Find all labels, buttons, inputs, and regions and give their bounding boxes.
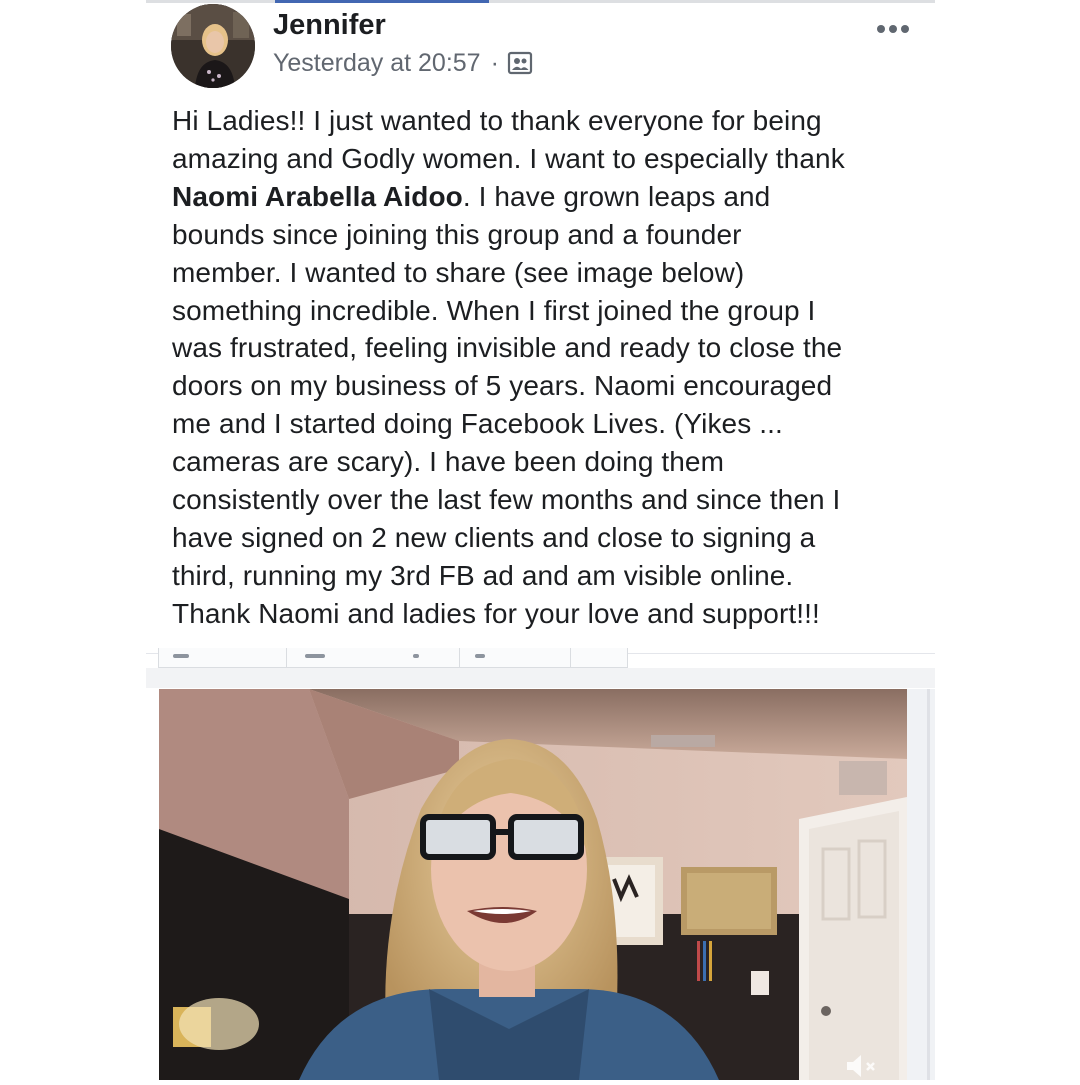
avatar[interactable] (171, 4, 255, 88)
section-gap (146, 668, 935, 688)
active-tab-indicator (275, 0, 489, 3)
video-player[interactable] (159, 689, 907, 1080)
post-text-fragment: . I have grown leaps and (462, 180, 771, 212)
post-text-line: third, running my 3rd FB ad and am visib… (172, 559, 794, 591)
post-text-line: Naomi Arabella Aidoo. I have grown leaps… (172, 178, 932, 216)
volume-muted-icon[interactable] (845, 1052, 879, 1080)
embedded-toolbar-fragment (158, 648, 628, 668)
post-text-line: doors on my business of 5 years. Naomi e… (172, 370, 833, 402)
post-text-line: was frustrated, feeling invisible and re… (172, 332, 843, 364)
post-text-line: something incredible. When I first joine… (172, 294, 816, 326)
post-text-line: bounds since joining this group and a fo… (172, 218, 742, 250)
post-text-line: member. I wanted to share (see image bel… (172, 256, 745, 288)
post-text-line: have signed on 2 new clients and close t… (172, 521, 816, 553)
post-text-line: Thank Naomi and ladies for your love and… (172, 597, 820, 629)
meta-separator: · (490, 48, 499, 77)
mention-link[interactable]: Naomi Arabella Aidoo (172, 181, 463, 212)
group-audience-icon[interactable] (507, 50, 533, 76)
post-body: Hi Ladies!! I just wanted to thank every… (172, 102, 932, 633)
post-meta: Yesterday at 20:57 · (273, 46, 533, 80)
video-side-gutter (907, 689, 935, 1080)
post-text-line: amazing and Godly women. I want to espec… (172, 142, 845, 174)
post-text-line: cameras are scary). I have been doing th… (172, 446, 725, 478)
author-name[interactable]: Jennifer (273, 8, 386, 42)
post-timestamp[interactable]: Yesterday at 20:57 (273, 49, 481, 78)
post-text-line: consistently over the last few months an… (172, 484, 841, 516)
top-divider (146, 0, 935, 3)
post-text-line: Hi Ladies!! I just wanted to thank every… (172, 105, 822, 136)
video-frame (159, 689, 907, 1080)
more-options-icon[interactable] (870, 14, 916, 44)
post-text-line: me and I started doing Facebook Lives. (… (172, 408, 783, 440)
